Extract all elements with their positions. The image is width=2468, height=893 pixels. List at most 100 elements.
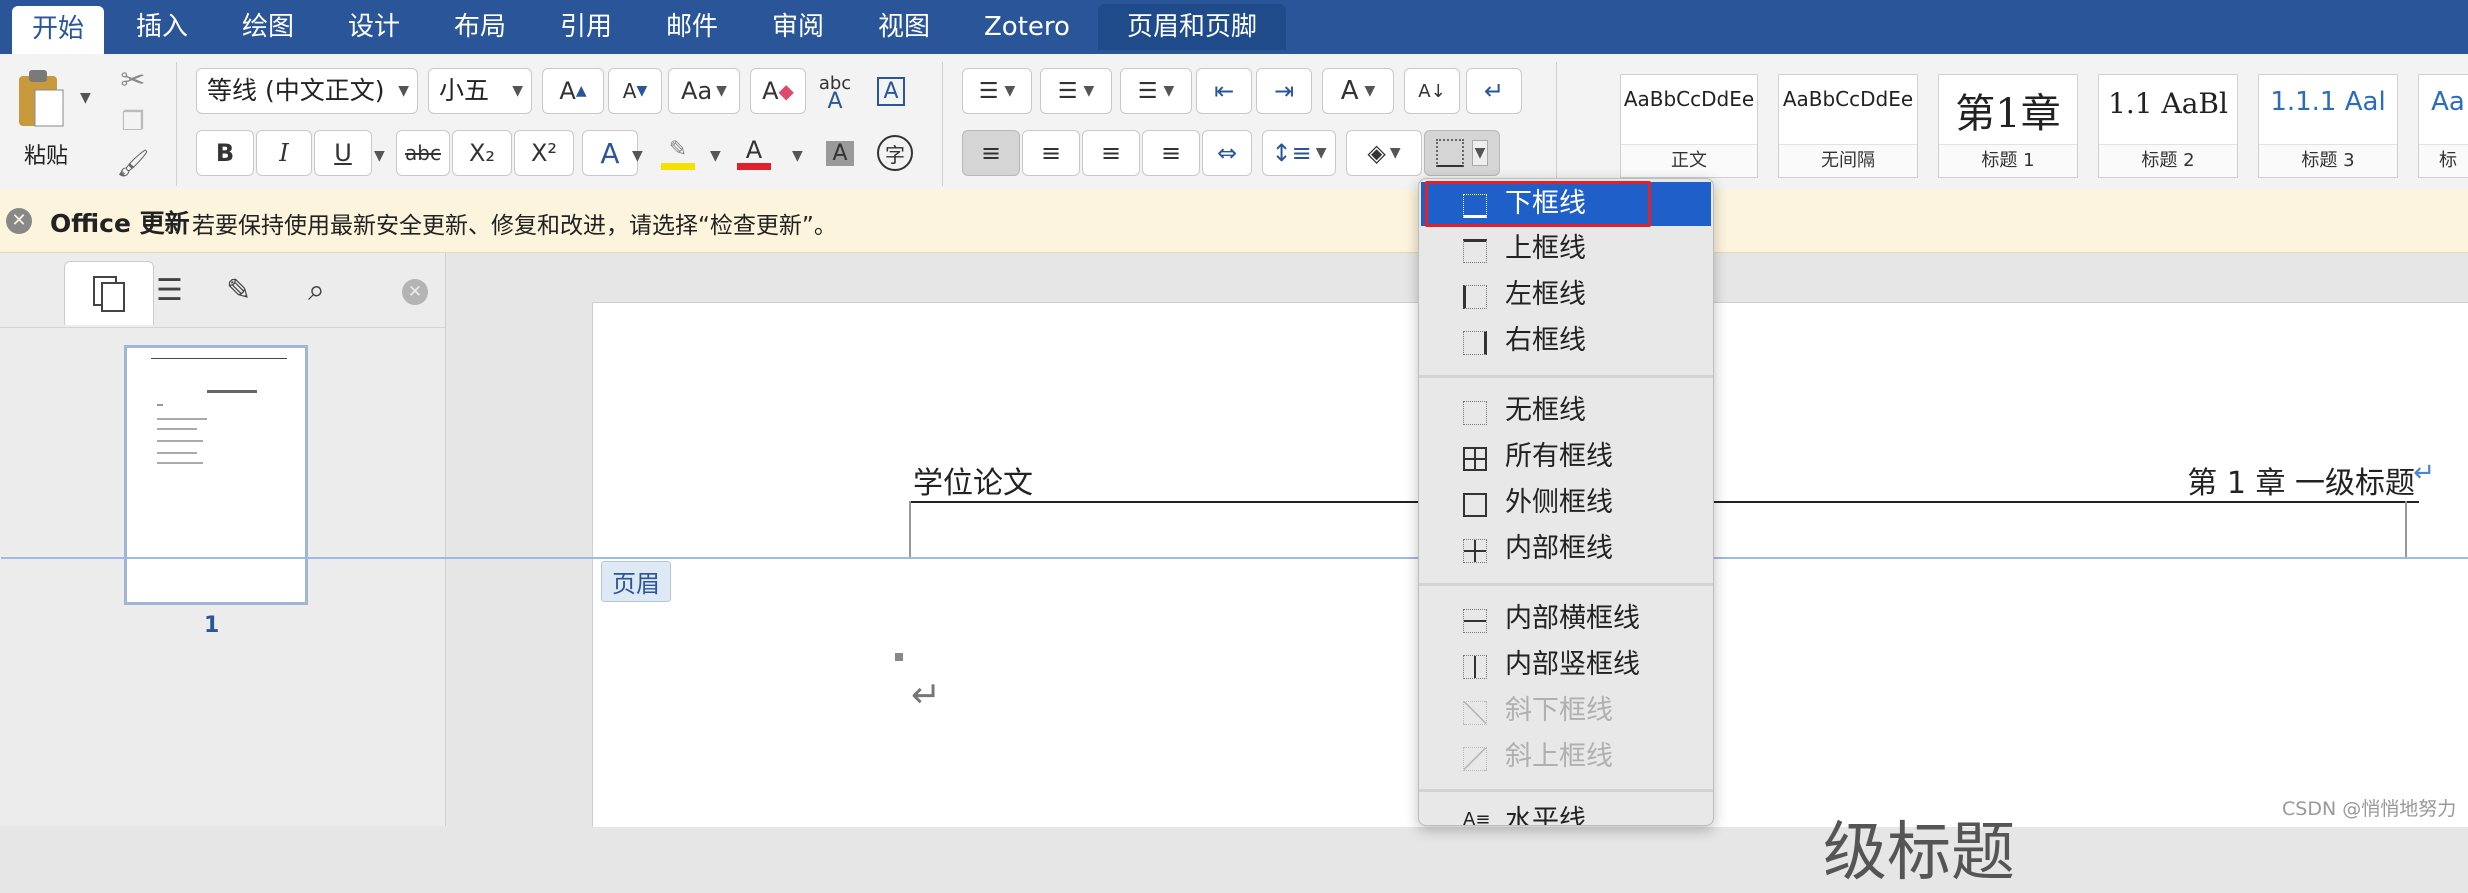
menu-item-all-borders[interactable]: 所有框线 [1421, 435, 1711, 479]
menu-item-label: 左框线 [1505, 279, 1586, 310]
multilevel-list-button[interactable]: ☰ ▼ [1120, 68, 1192, 114]
style-heading-1[interactable]: 第1章 标题 1 [1938, 74, 2078, 178]
borders-button[interactable]: ▼ [1424, 130, 1500, 176]
increase-indent-button[interactable]: ⇥ [1256, 68, 1312, 114]
borders-dropdown-arrow[interactable]: ▼ [1471, 140, 1489, 166]
strikethrough-button[interactable]: abc [396, 130, 450, 176]
bullets-button[interactable]: ☰ ▼ [962, 68, 1032, 114]
style-no-spacing[interactable]: AaBbCcDdEe 无间隔 [1778, 74, 1918, 178]
style-sample: AaBbCcDdEe [1782, 87, 1914, 111]
tab-insert[interactable]: 插入 [136, 4, 188, 50]
line-spacing-button[interactable]: ↕≡ ▼ [1262, 130, 1336, 176]
close-pane-icon[interactable]: ✕ [402, 279, 428, 305]
close-icon[interactable]: ✕ [6, 208, 32, 234]
tab-references[interactable]: 引用 [560, 4, 612, 50]
paint-bucket-icon: ◈ [1367, 139, 1386, 167]
highlight-dropdown-icon[interactable]: ▼ [710, 148, 721, 164]
char-border-button[interactable]: A [868, 68, 914, 114]
menu-item-left-border[interactable]: 左框线 [1421, 273, 1711, 317]
font-color-button[interactable]: A [730, 130, 778, 176]
clear-format-button[interactable]: A ◆ [750, 68, 806, 114]
format-painter-icon[interactable]: 🖌 [112, 144, 154, 184]
char-shading-button[interactable]: A [818, 130, 862, 176]
tab-header-footer[interactable]: 页眉和页脚 [1098, 4, 1286, 50]
underline-button[interactable]: U [314, 130, 372, 176]
menu-item-inside-borders[interactable]: 内部框线 [1421, 527, 1711, 571]
shrink-font-button[interactable]: A ▼ [608, 68, 662, 114]
subscript-button[interactable]: X₂ [452, 130, 512, 176]
review-icon[interactable]: ✎ [226, 273, 251, 308]
numbering-button[interactable]: ☰ ▼ [1040, 68, 1112, 114]
tab-mailings[interactable]: 邮件 [666, 4, 718, 50]
asian-layout-button[interactable]: A ▼ [1322, 68, 1394, 114]
divider [942, 62, 943, 186]
tab-layout[interactable]: 布局 [454, 4, 506, 50]
font-size-select[interactable]: 小五 ▼ [428, 68, 532, 114]
menu-item-no-border[interactable]: 无框线 [1421, 389, 1711, 433]
text-effects-button[interactable]: A [582, 130, 638, 176]
menu-item-label: 右框线 [1505, 325, 1586, 356]
tab-review[interactable]: 审阅 [772, 4, 824, 50]
grow-font-button[interactable]: A ▲ [542, 68, 604, 114]
multilevel-list-icon: ☰ [1137, 78, 1158, 104]
tab-zotero[interactable]: Zotero [984, 4, 1070, 50]
ribbon-home: ▼ 粘贴 ✂ ❐ 🖌 等线 (中文正文) ▼ 小五 ▼ A ▲ A ▼ Aa ▼ A ◆ a… [0, 54, 2468, 191]
tab-home[interactable]: 开始 [12, 6, 104, 54]
menu-item-outside-borders[interactable]: 外侧框线 [1421, 481, 1711, 525]
superscript-button[interactable]: X² [514, 130, 574, 176]
paragraph-mark-icon: ↵ [1483, 77, 1505, 105]
style-heading-3[interactable]: 1.1.1 Aal 标题 3 [2258, 74, 2398, 178]
chevron-down-icon: ▼ [512, 83, 523, 99]
paste-button[interactable] [10, 62, 70, 134]
justify-button[interactable]: ≡ [1142, 130, 1200, 176]
italic-button[interactable]: I [256, 130, 312, 176]
border-outside-icon [1463, 493, 1487, 517]
notification-title: Office 更新 [50, 209, 190, 238]
header-right-text[interactable]: 第 1 章 一级标题 [2187, 458, 2415, 502]
sort-button[interactable]: A↓ [1404, 68, 1460, 114]
border-top-icon [1463, 239, 1487, 263]
menu-item-label: 内部竖框线 [1505, 649, 1640, 680]
decrease-indent-button[interactable]: ⇤ [1196, 68, 1252, 114]
copy-icon[interactable]: ❐ [112, 102, 154, 142]
change-case-button[interactable]: Aa ▼ [668, 68, 740, 114]
align-center-button[interactable]: ≡ [1022, 130, 1080, 176]
font-color-dropdown-icon[interactable]: ▼ [792, 148, 803, 164]
style-next[interactable]: Aa 标 [2418, 74, 2468, 178]
style-normal[interactable]: AaBbCcDdEe 正文 [1620, 74, 1758, 178]
menu-item-inside-vertical[interactable]: 内部竖框线 [1421, 643, 1711, 687]
tab-draw[interactable]: 绘图 [242, 4, 294, 50]
menu-item-diagonal-up: 斜上框线 [1421, 735, 1711, 779]
menu-item-horizontal-line[interactable]: A≡ 水平线 [1421, 799, 1711, 826]
style-name: 无间隔 [1779, 144, 1917, 177]
page-thumbnail[interactable] [124, 345, 308, 605]
align-right-button[interactable]: ≡ [1082, 130, 1140, 176]
align-left-button[interactable]: ≡ [962, 130, 1020, 176]
tab-view[interactable]: 视图 [878, 4, 930, 50]
tab-design[interactable]: 设计 [348, 4, 400, 50]
thumbnails-tab[interactable] [64, 261, 154, 325]
spell-check-button[interactable]: abc A [810, 68, 860, 114]
menu-item-top-border[interactable]: 上框线 [1421, 227, 1711, 271]
highlight-button[interactable]: ✎ [654, 130, 702, 176]
show-marks-button[interactable]: ↵ [1466, 68, 1522, 114]
shading-button[interactable]: ◈ ▼ [1346, 130, 1422, 176]
cut-icon[interactable]: ✂ [112, 60, 154, 100]
search-icon[interactable]: ⌕ [308, 273, 325, 308]
bold-button[interactable]: B [196, 130, 254, 176]
horizontal-line-icon: A≡ [1463, 809, 1491, 826]
enclose-char-button[interactable]: 字 [872, 130, 918, 176]
underline-dropdown-icon[interactable]: ▼ [374, 148, 385, 164]
distributed-button[interactable]: ⇔ [1202, 130, 1252, 176]
menu-item-right-border[interactable]: 右框线 [1421, 319, 1711, 363]
header-left-text[interactable]: 学位论文 [913, 458, 1033, 502]
decrease-indent-icon: ⇤ [1213, 77, 1235, 105]
text-effects-dropdown-icon[interactable]: ▼ [632, 148, 643, 164]
outline-list-icon[interactable]: ☰ [156, 273, 183, 308]
font-name-select[interactable]: 等线 (中文正文) ▼ [196, 68, 418, 114]
paste-dropdown-icon[interactable]: ▼ [80, 90, 91, 106]
border-inside-icon [1463, 539, 1487, 563]
style-heading-2[interactable]: 1.1 AaBl 标题 2 [2098, 74, 2238, 178]
distributed-icon: ⇔ [1216, 139, 1238, 167]
menu-item-inside-horizontal[interactable]: 内部横框线 [1421, 597, 1711, 641]
